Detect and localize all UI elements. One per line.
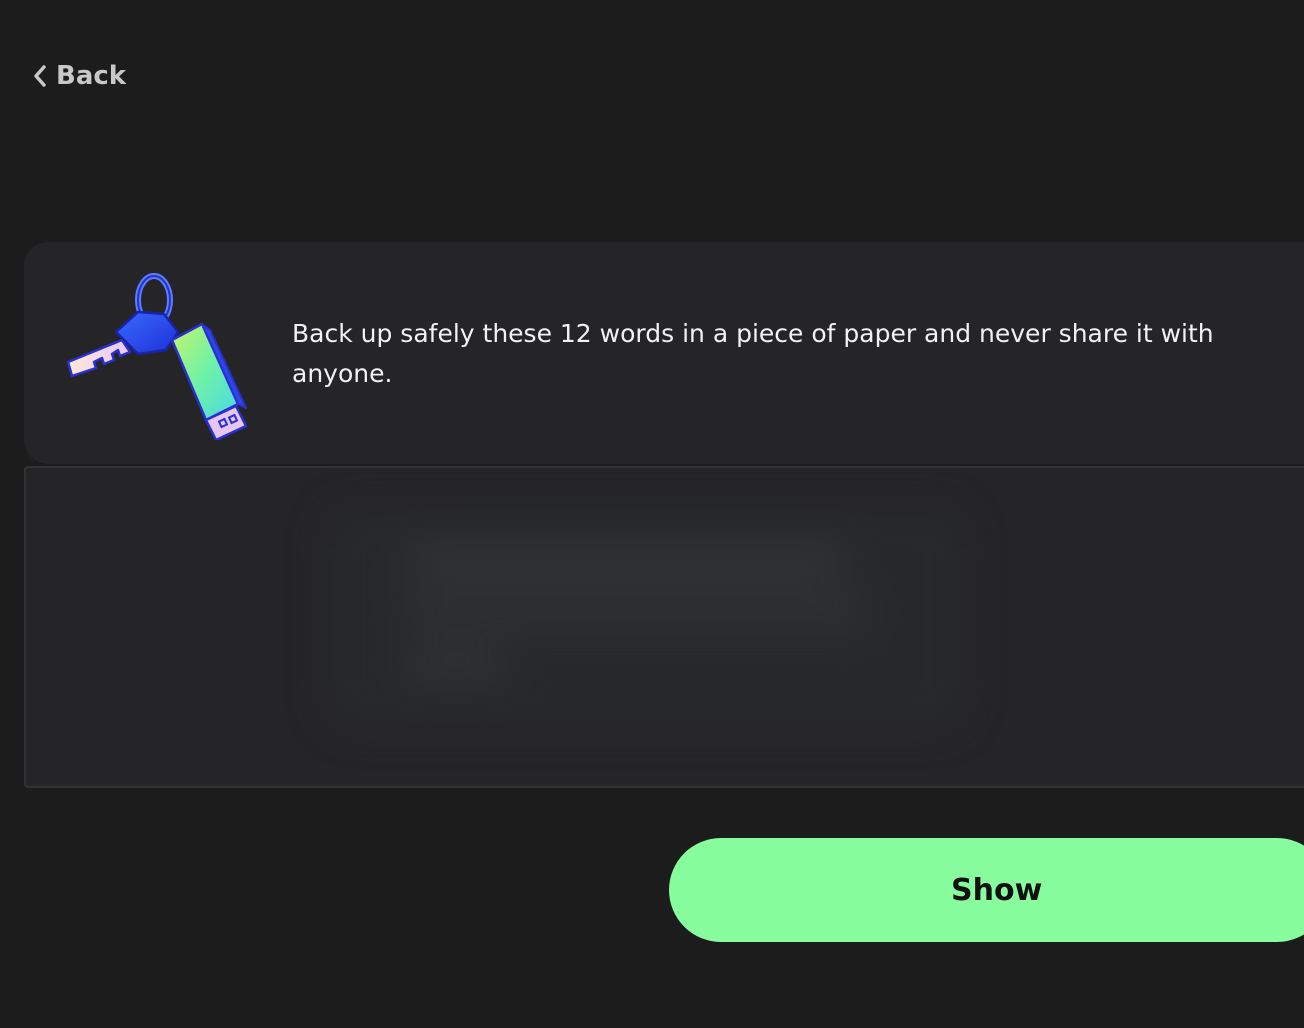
blurred-words-overlay bbox=[26, 468, 1304, 786]
back-label: Back bbox=[56, 61, 127, 91]
backup-instructions-text: Back up safely these 12 words in a piece… bbox=[292, 319, 1214, 388]
backup-info-card: Back up safely these 12 words in a piece… bbox=[24, 242, 1304, 464]
chevron-left-icon bbox=[32, 64, 48, 88]
recovery-words-blurred[interactable] bbox=[24, 466, 1304, 788]
back-button[interactable]: Back bbox=[32, 58, 126, 94]
show-button[interactable]: Show bbox=[669, 838, 1304, 942]
keys-and-usb-icon bbox=[60, 270, 250, 442]
backup-page: Back Back up safely these 12 words in a … bbox=[0, 0, 1304, 1028]
